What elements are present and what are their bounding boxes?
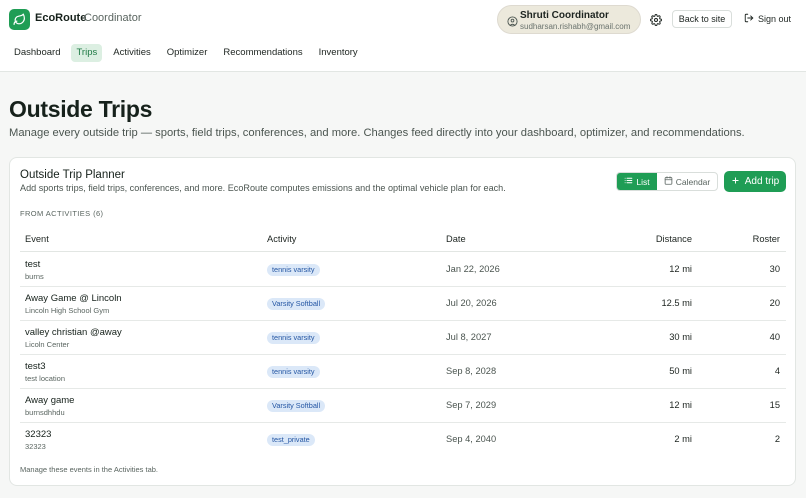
list-view-label: List xyxy=(636,176,650,187)
column-header-date[interactable]: Date xyxy=(446,234,466,244)
trip-planner-card: Outside Trip Planner Add sports trips, f… xyxy=(9,157,796,486)
calendar-view-label: Calendar xyxy=(675,176,711,187)
event-name: Away game xyxy=(25,395,75,406)
event-location: burnsdhhdu xyxy=(25,408,65,417)
table-row[interactable]: 32323 32323 test_private Sep 4, 2040 2 m… xyxy=(20,423,786,457)
event-name: test3 xyxy=(25,361,46,372)
add-trip-button[interactable]: Add trip xyxy=(724,171,786,192)
activity-tag: Varsity Softball xyxy=(267,400,326,412)
event-date: Sep 7, 2029 xyxy=(446,400,497,410)
event-name: valley christian @away xyxy=(25,327,122,338)
list-icon xyxy=(624,176,633,187)
view-toggle: List Calendar xyxy=(616,172,718,191)
nav-inventory[interactable]: Inventory xyxy=(314,44,363,62)
sign-out-button[interactable]: Sign out xyxy=(744,13,791,25)
column-header-event[interactable]: Event xyxy=(25,234,49,244)
nav-activities[interactable]: Activities xyxy=(108,44,155,62)
table-row[interactable]: valley christian @away Licoln Center ten… xyxy=(20,321,786,355)
main-nav: Dashboard Trips Activities Optimizer Rec… xyxy=(9,44,369,62)
event-location: 32323 xyxy=(25,442,46,451)
sign-out-icon xyxy=(744,13,754,25)
user-name: Shruti Coordinator xyxy=(520,10,609,21)
event-date: Jul 8, 2027 xyxy=(446,332,492,342)
section-label: FROM ACTIVITIES (6) xyxy=(20,209,104,218)
event-date: Sep 4, 2040 xyxy=(446,434,497,444)
nav-optimizer[interactable]: Optimizer xyxy=(162,44,213,62)
event-distance: 30 mi xyxy=(669,332,692,342)
brand-role: Coordinator xyxy=(84,12,142,24)
activity-tag: tennis varsity xyxy=(267,332,320,344)
planner-subtitle: Add sports trips, field trips, conferenc… xyxy=(20,183,506,193)
page-subtitle: Manage every outside trip — sports, fiel… xyxy=(9,127,745,139)
user-menu[interactable]: Shruti Coordinator sudharsan.rishabh@gma… xyxy=(497,5,641,34)
event-location: test location xyxy=(25,374,66,383)
column-header-distance[interactable]: Distance xyxy=(656,234,692,244)
event-distance: 12.5 mi xyxy=(661,298,693,308)
event-date: Jan 22, 2026 xyxy=(446,264,500,274)
user-icon xyxy=(507,14,518,32)
calendar-icon xyxy=(664,176,673,187)
event-location: Licoln Center xyxy=(25,340,70,349)
top-bar: EcoRoute Coordinator Shruti Coordinator … xyxy=(0,0,806,72)
calendar-view-button[interactable]: Calendar xyxy=(657,173,717,190)
table-header: Event Activity Date Distance Roster xyxy=(20,228,786,252)
event-location: burns xyxy=(25,272,44,281)
plus-icon xyxy=(731,176,740,188)
event-date: Jul 20, 2026 xyxy=(446,298,497,308)
nav-trips[interactable]: Trips xyxy=(71,44,103,62)
nav-recommendations[interactable]: Recommendations xyxy=(218,44,307,62)
table-row[interactable]: Away game burnsdhhdu Varsity Softball Se… xyxy=(20,389,786,423)
event-roster: 2 xyxy=(774,434,780,444)
gear-icon[interactable] xyxy=(650,13,662,31)
leaf-icon[interactable] xyxy=(9,9,30,30)
planner-title: Outside Trip Planner xyxy=(20,169,125,181)
event-distance: 50 mi xyxy=(669,366,692,376)
sign-out-label: Sign out xyxy=(758,14,792,24)
event-roster: 15 xyxy=(769,400,780,410)
column-header-activity[interactable]: Activity xyxy=(267,234,296,244)
event-location: Lincoln High School Gym xyxy=(25,306,110,315)
add-trip-label: Add trip xyxy=(744,176,780,187)
nav-dashboard[interactable]: Dashboard xyxy=(9,44,65,62)
event-name: test xyxy=(25,259,41,270)
event-date: Sep 8, 2028 xyxy=(446,366,497,376)
event-roster: 40 xyxy=(769,332,780,342)
event-roster: 20 xyxy=(769,298,780,308)
user-email: sudharsan.rishabh@gmail.com xyxy=(520,22,631,31)
activity-tag: tennis varsity xyxy=(267,366,320,378)
event-roster: 30 xyxy=(769,264,780,274)
event-name: 32323 xyxy=(25,429,52,440)
page-title: Outside Trips xyxy=(9,96,153,122)
event-distance: 12 mi xyxy=(669,264,692,274)
back-to-site-button[interactable]: Back to site xyxy=(672,10,732,28)
brand-name[interactable]: EcoRoute xyxy=(35,12,86,24)
event-distance: 12 mi xyxy=(669,400,692,410)
table-row[interactable]: test burns tennis varsity Jan 22, 2026 1… xyxy=(20,253,786,287)
activity-tag: tennis varsity xyxy=(267,264,320,276)
column-header-roster[interactable]: Roster xyxy=(753,234,780,244)
activity-tag: Varsity Softball xyxy=(267,298,326,310)
activity-tag: test_private xyxy=(267,434,315,446)
table-row[interactable]: test3 test location tennis varsity Sep 8… xyxy=(20,355,786,389)
footer-note: Manage these events in the Activities ta… xyxy=(20,465,158,474)
table-row[interactable]: Away Game @ Lincoln Lincoln High School … xyxy=(20,287,786,321)
event-name: Away Game @ Lincoln xyxy=(25,293,122,304)
list-view-button[interactable]: List xyxy=(617,173,657,190)
event-distance: 2 mi xyxy=(674,434,692,444)
event-roster: 4 xyxy=(774,366,780,376)
